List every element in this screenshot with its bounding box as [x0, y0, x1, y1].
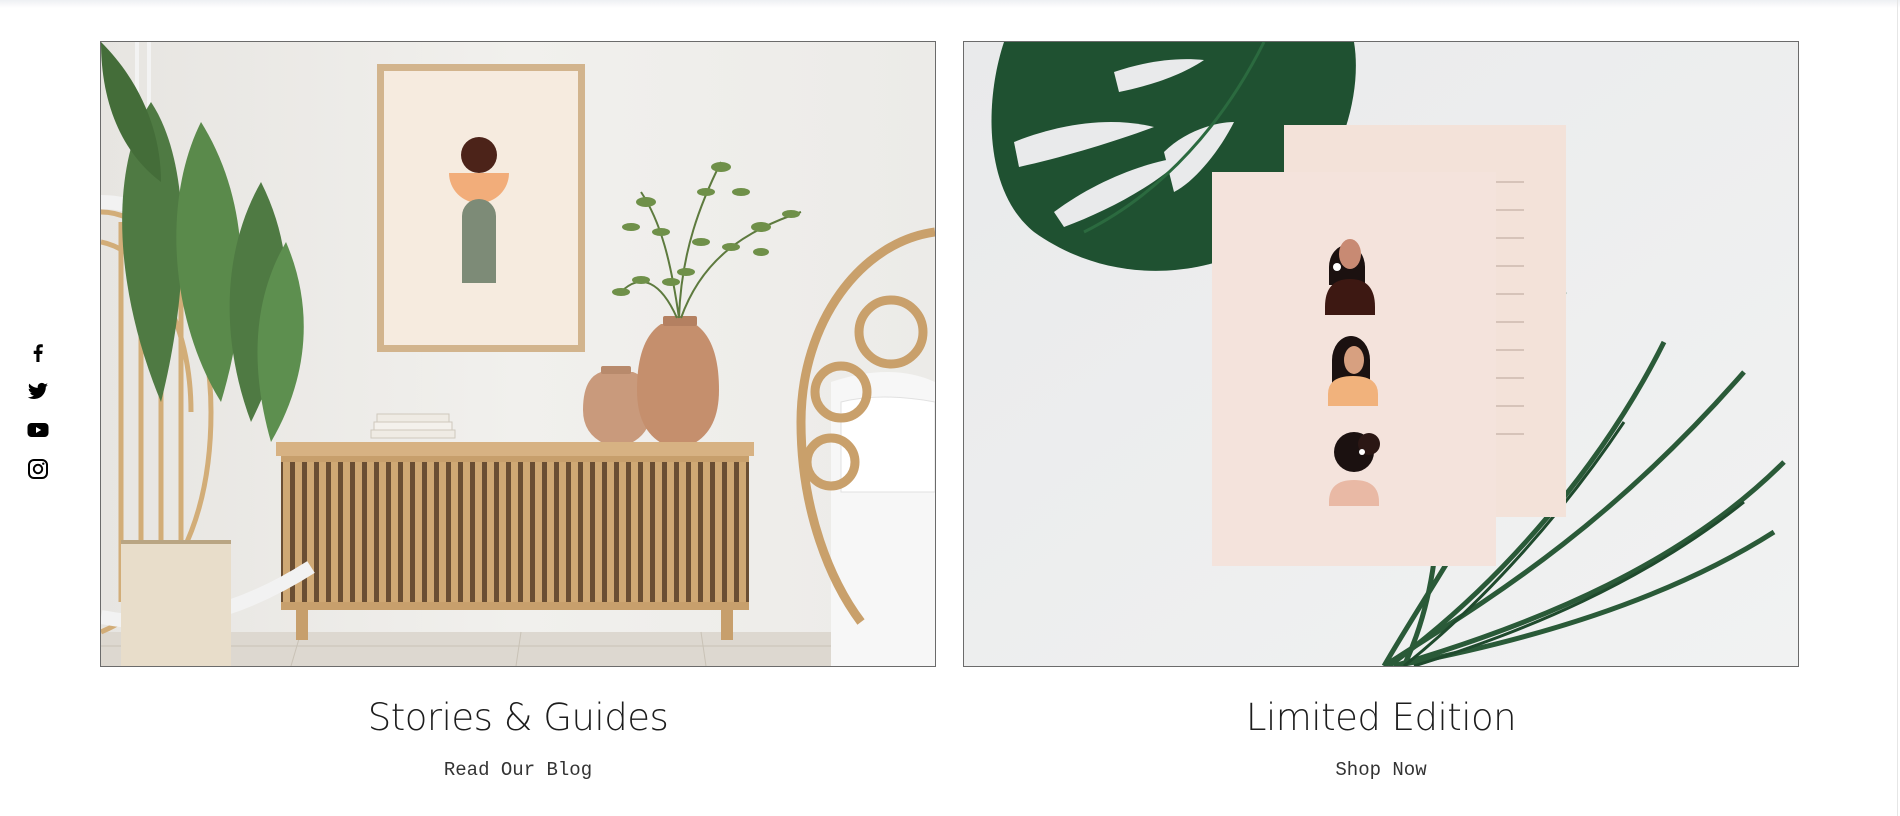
blog-card: Stories & Guides Read Our Blog: [100, 41, 936, 781]
page-edge-line: [1897, 0, 1898, 816]
blog-card-title: Stories & Guides: [367, 696, 669, 739]
shop-card: Limited Edition Shop Now: [963, 41, 1799, 781]
art-cards-image[interactable]: [963, 41, 1799, 667]
shop-now-link[interactable]: Shop Now: [963, 759, 1799, 781]
instagram-icon[interactable]: [26, 457, 50, 481]
top-shadow: [0, 0, 1900, 8]
twitter-icon[interactable]: [26, 379, 50, 403]
read-blog-link[interactable]: Read Our Blog: [100, 759, 936, 781]
shop-card-title: Limited Edition: [1245, 696, 1517, 739]
facebook-icon[interactable]: [26, 340, 50, 364]
youtube-icon[interactable]: [26, 418, 50, 442]
social-bar: [26, 340, 54, 496]
living-room-image[interactable]: [100, 41, 936, 667]
